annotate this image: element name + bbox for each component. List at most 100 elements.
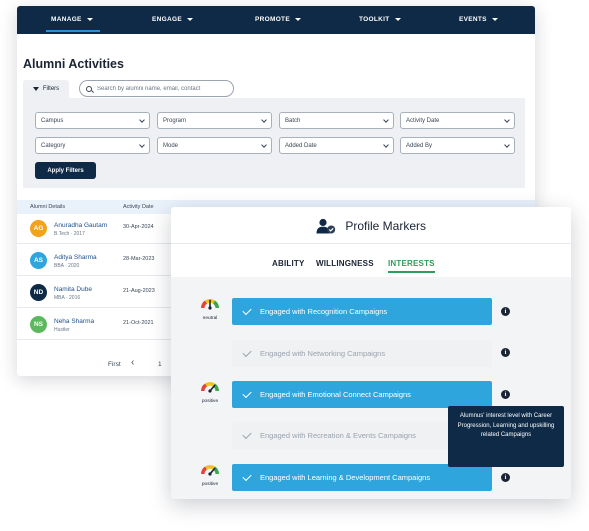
nav-events[interactable]: EVENTS [459, 16, 498, 23]
nav-toolkit[interactable]: TOOLKIT [359, 16, 401, 23]
activity-date: 28-Mar-2023 [123, 256, 155, 262]
chevron-down-icon [261, 141, 267, 148]
activity-date: 30-Apr-2024 [123, 224, 154, 230]
category-select-label: Category [41, 142, 66, 149]
batch-select-label: Batch [285, 117, 301, 124]
interest-tooltip: Alumnus' interest level with Career Prog… [448, 406, 564, 467]
sentiment-gauge: positive [197, 461, 223, 487]
profile-markers-title: Profile Markers [345, 219, 427, 233]
campus-select[interactable]: Campus [35, 112, 150, 129]
pager-first-link[interactable]: First [108, 361, 121, 368]
user-check-icon [316, 218, 336, 234]
avatar: AS [30, 252, 47, 269]
pager-page-number[interactable]: 1 [158, 361, 162, 368]
column-header-date: Activity Date [123, 204, 154, 210]
nav-engage[interactable]: ENGAGE [152, 16, 193, 23]
mode-select[interactable]: Mode [157, 137, 272, 154]
nav-events-label: EVENTS [459, 16, 487, 23]
alumni-name[interactable]: Namita Dube [54, 286, 92, 293]
sentiment-gauge: neutral [197, 295, 223, 321]
tab-interests[interactable]: INTERESTS [388, 259, 435, 273]
filter-icon [32, 87, 39, 91]
tab-ability[interactable]: ABILITY [272, 259, 305, 268]
gauge-positive-icon [200, 381, 220, 393]
tab-willingness[interactable]: WILLINGNESS [316, 259, 374, 268]
marker-label: Engaged with Emotional Connect Campaigns [260, 390, 411, 399]
batch-select[interactable]: Batch [279, 112, 394, 129]
marker-learning-development[interactable]: Engaged with Learning & Development Camp… [232, 464, 492, 491]
search-input[interactable] [97, 85, 227, 92]
check-icon [242, 471, 252, 481]
added-by-select[interactable]: Added By [400, 137, 515, 154]
activity-date: 21-Oct-2021 [123, 320, 154, 326]
search-icon [86, 85, 92, 92]
search-field[interactable] [79, 80, 234, 97]
program-select-label: Program [163, 117, 187, 124]
pager-prev-icon[interactable]: ‹ [131, 357, 134, 368]
column-header-details: Alumni Details [30, 204, 66, 210]
info-icon[interactable]: i [501, 390, 510, 399]
check-icon [242, 347, 252, 357]
gauge-label: positive [201, 399, 219, 404]
caret-down-icon [294, 18, 301, 21]
info-icon[interactable]: i [501, 307, 510, 316]
marker-label: Engaged with Learning & Development Camp… [260, 473, 431, 482]
avatar: NS [30, 316, 47, 333]
nav-promote[interactable]: PROMOTE [255, 16, 301, 23]
chevron-down-icon [383, 141, 389, 148]
marker-recognition[interactable]: Engaged with Recognition Campaigns [232, 298, 492, 325]
activity-date-select-label: Activity Date [406, 117, 440, 124]
filters-tab-label: Filters [42, 86, 60, 92]
filters-tab[interactable]: Filters [23, 80, 69, 98]
alumni-program: B.Tech · 2017 [54, 231, 85, 237]
check-icon [242, 429, 252, 439]
chevron-down-icon [139, 116, 145, 123]
gauge-label: neutral [202, 316, 218, 321]
program-select[interactable]: Program [157, 112, 272, 129]
alumni-name[interactable]: Aditya Sharma [54, 254, 97, 261]
top-navigation: MANAGE ENGAGE PROMOTE TOOLKIT EVENTS [17, 6, 535, 34]
profile-markers-card: Profile Markers ABILITY WILLINGNESS INTE… [171, 207, 571, 499]
card-title: Profile Markers [171, 218, 571, 234]
alumni-name[interactable]: Neha Sharma [54, 318, 94, 325]
apply-filters-button[interactable]: Apply Filters [35, 162, 96, 179]
info-icon[interactable]: i [501, 473, 510, 482]
gauge-neutral-icon [200, 298, 220, 310]
marker-label: Engaged with Networking Campaigns [260, 349, 386, 358]
gauge-positive-icon [200, 464, 220, 476]
filter-panel: Campus Program Batch Activity Date Categ… [23, 98, 525, 188]
chevron-down-icon [504, 141, 510, 148]
page-title: Alumni Activities [23, 57, 124, 71]
avatar: AG [30, 220, 47, 237]
alumni-program: MBA · 2016 [54, 295, 81, 301]
marker-emotional-connect[interactable]: Engaged with Emotional Connect Campaigns [232, 381, 492, 408]
nav-promote-label: PROMOTE [255, 16, 290, 23]
nav-toolkit-label: TOOLKIT [359, 16, 390, 23]
marker-networking[interactable]: Engaged with Networking Campaigns [232, 340, 492, 367]
caret-down-icon [491, 18, 498, 21]
info-icon[interactable]: i [501, 348, 510, 357]
gauge-label: positive [201, 482, 219, 487]
chevron-down-icon [504, 116, 510, 123]
added-date-select-label: Added Date [285, 142, 317, 149]
caret-down-icon [186, 18, 193, 21]
sentiment-gauge: positive [197, 378, 223, 404]
activity-date-select[interactable]: Activity Date [400, 112, 515, 129]
caret-down-icon [394, 18, 401, 21]
check-icon [242, 388, 252, 398]
nav-manage-label: MANAGE [51, 16, 82, 23]
check-icon [242, 305, 252, 315]
avatar: ND [30, 284, 47, 301]
mode-select-label: Mode [163, 142, 179, 149]
chevron-down-icon [139, 141, 145, 148]
alumni-name[interactable]: Anuradha Gautam [54, 222, 107, 229]
added-by-select-label: Added By [406, 142, 433, 149]
campus-select-label: Campus [41, 117, 64, 124]
chevron-down-icon [261, 116, 267, 123]
added-date-select[interactable]: Added Date [279, 137, 394, 154]
marker-label: Engaged with Recreation & Events Campaig… [260, 431, 416, 440]
divider [171, 243, 571, 244]
nav-manage[interactable]: MANAGE [51, 16, 93, 23]
activity-date: 21-Aug-2023 [123, 288, 155, 294]
category-select[interactable]: Category [35, 137, 150, 154]
